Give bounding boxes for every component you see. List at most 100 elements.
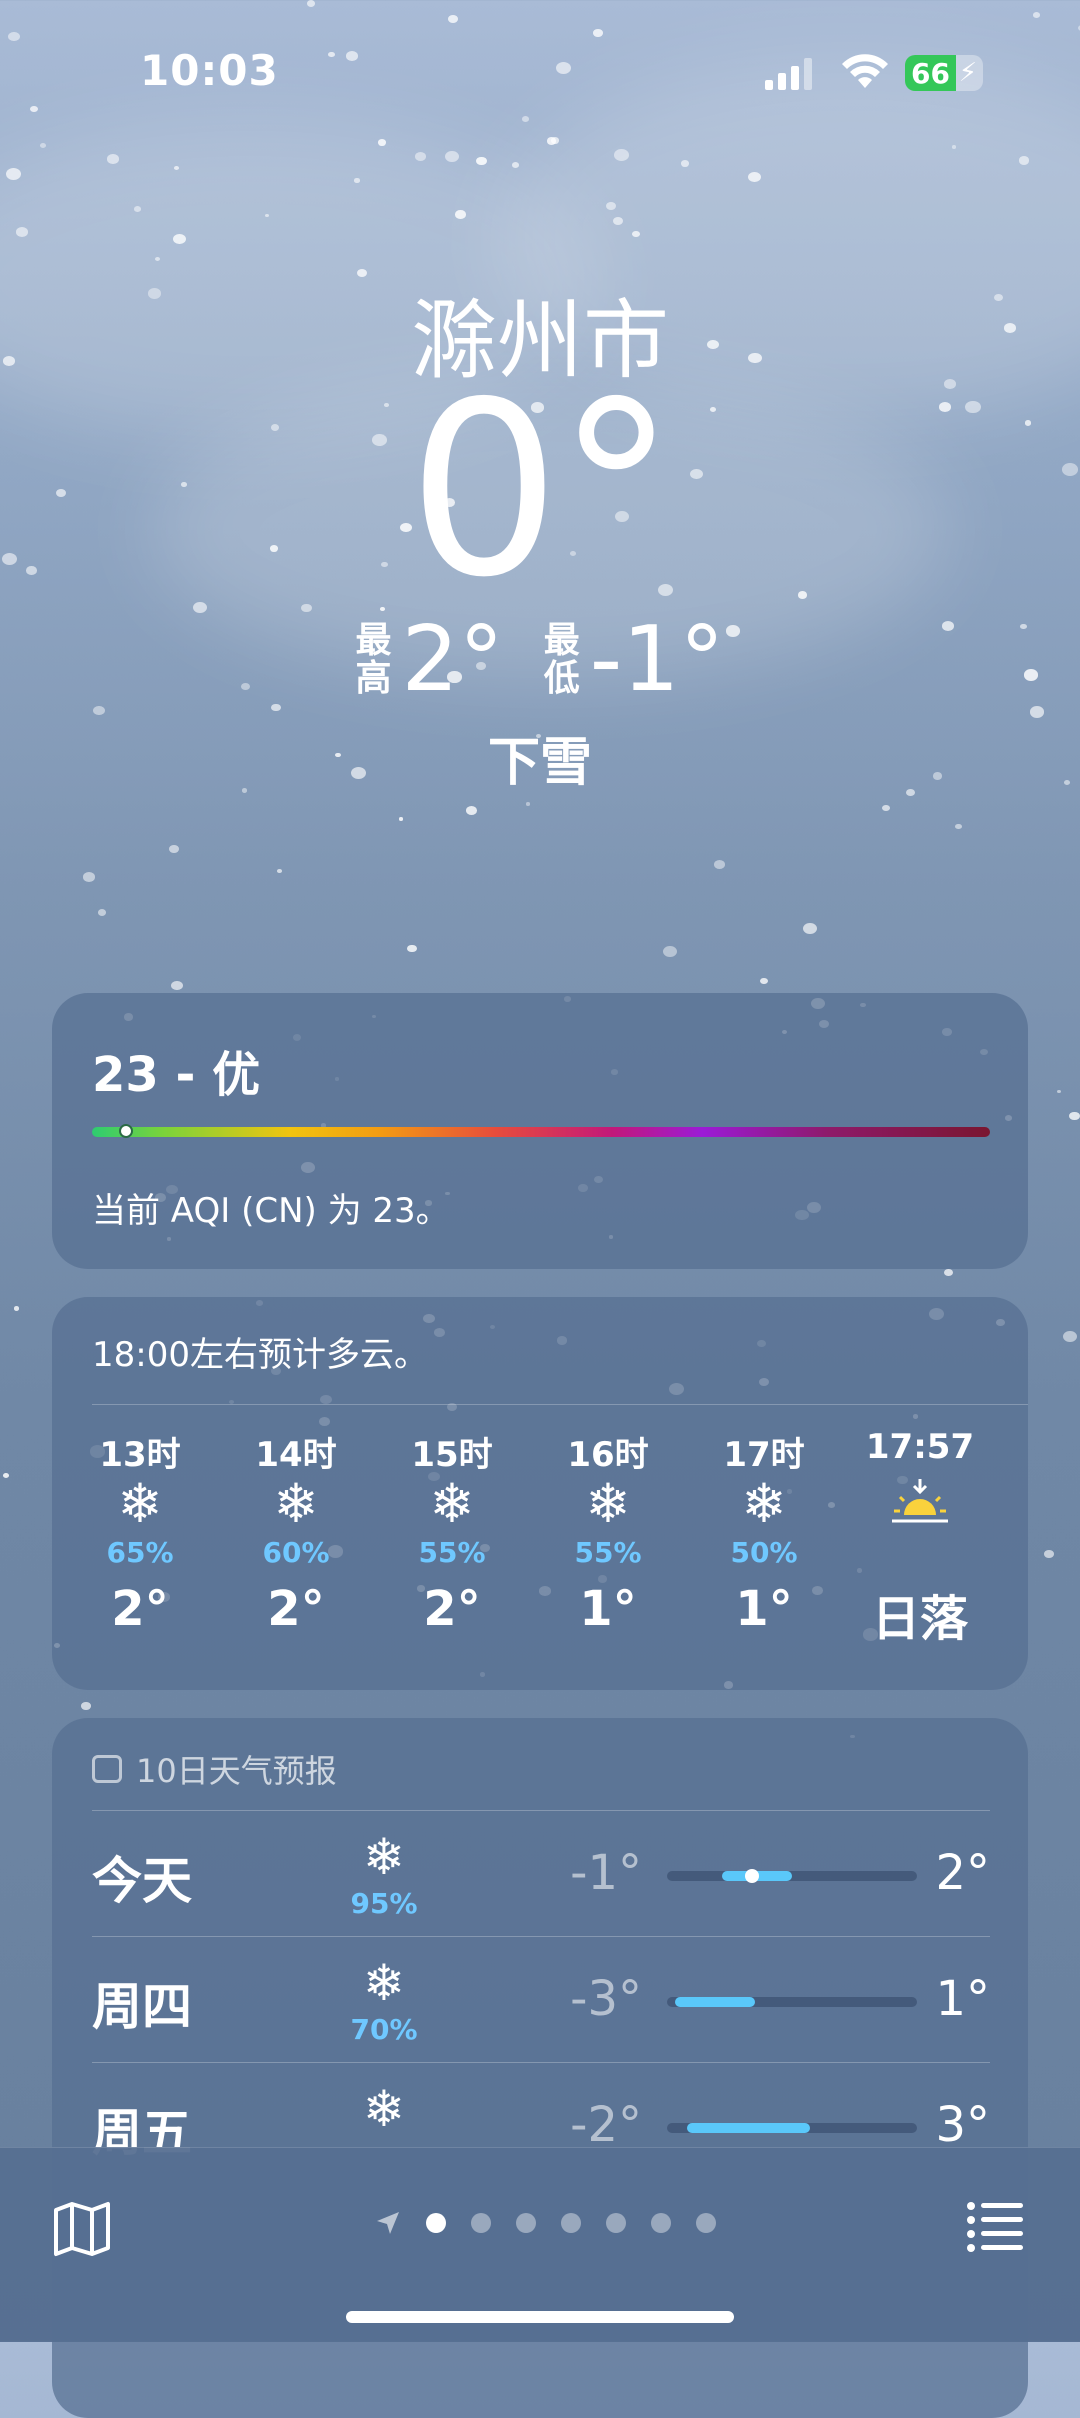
hour-temperature: 2° bbox=[111, 1581, 169, 1637]
battery-percent: 66 bbox=[911, 57, 950, 90]
high-temp: 1° bbox=[935, 1971, 990, 2027]
snowflake-icon: ❄ bbox=[363, 1954, 405, 2012]
divider bbox=[92, 1404, 1028, 1405]
low-temp: -3° bbox=[570, 1971, 642, 2027]
low-label: 最低 bbox=[543, 620, 580, 699]
temp-range-track bbox=[667, 1997, 917, 2007]
snowflake-particle bbox=[81, 1702, 91, 1710]
snowflake-particle bbox=[173, 233, 186, 245]
snowflake-particle bbox=[447, 14, 458, 23]
precip-chance: 55% bbox=[574, 1536, 642, 1569]
low-temp: -1° bbox=[589, 607, 725, 712]
hour-time: 13时 bbox=[99, 1435, 181, 1475]
snowflake-particle bbox=[593, 29, 603, 37]
high-temp: 3° bbox=[935, 2097, 990, 2153]
aqi-description: 当前 AQI (CN) 为 23。 bbox=[92, 1191, 450, 1231]
hour-temperature: 2° bbox=[267, 1581, 325, 1637]
snowflake-particle bbox=[954, 823, 962, 830]
snowflake-particle bbox=[40, 143, 47, 148]
snowflake-particle bbox=[29, 106, 38, 113]
hour-temperature: 1° bbox=[579, 1581, 637, 1637]
snowflake-icon: ❄ bbox=[363, 1828, 405, 1886]
hour-temperature: 日落 bbox=[871, 1591, 968, 1647]
snowflake-icon: ❄ bbox=[429, 1472, 475, 1535]
page-dot bbox=[516, 2213, 536, 2233]
page-dot bbox=[696, 2213, 716, 2233]
wifi-icon bbox=[842, 54, 888, 88]
precip-chance: 70% bbox=[350, 2013, 418, 2046]
location-arrow-icon bbox=[377, 2212, 399, 2234]
snowflake-particle bbox=[1018, 156, 1029, 165]
cellular-signal-icon bbox=[765, 58, 812, 90]
snowflake-particle bbox=[354, 178, 360, 183]
snowflake-particle bbox=[407, 944, 417, 953]
calendar-icon bbox=[92, 1755, 122, 1783]
hour-time: 15时 bbox=[411, 1435, 493, 1475]
snowflake-particle bbox=[1069, 1111, 1080, 1120]
aqi-title: 23 - 优 bbox=[92, 1047, 261, 1103]
snowflake-particle bbox=[802, 922, 817, 934]
snowflake-particle bbox=[555, 61, 572, 74]
day-label: 周四 bbox=[92, 1978, 192, 2036]
temp-range-track bbox=[667, 1869, 917, 1883]
snowflake-particle bbox=[680, 160, 690, 167]
hourly-forecast-card[interactable]: 18:00左右预计多云。 13时 ❄ 65% 2° 14时 ❄ 60% 2° 15时 ❄ 55% 2°… bbox=[52, 1297, 1028, 1690]
day-label: 今天 bbox=[92, 1852, 192, 1910]
high-label: 最高 bbox=[355, 620, 392, 699]
hourly-item: 17:57 日落 bbox=[842, 1427, 998, 1649]
snowflake-particle bbox=[526, 802, 531, 806]
hour-temperature: 2° bbox=[423, 1581, 481, 1637]
snowflake-particle bbox=[169, 845, 179, 853]
sunset-icon bbox=[890, 1475, 950, 1531]
current-temp-dot bbox=[745, 1869, 759, 1883]
page-dot bbox=[651, 2213, 671, 2233]
battery-indicator: 66 ⚡ bbox=[905, 55, 983, 91]
hourly-item: 16时 ❄ 55% 1° bbox=[530, 1427, 686, 1637]
home-indicator[interactable] bbox=[346, 2311, 734, 2323]
snowflake-particle bbox=[882, 805, 891, 812]
snowflake-particle bbox=[3, 1472, 10, 1478]
temp-range-fill bbox=[687, 2123, 810, 2133]
snowflake-particle bbox=[455, 210, 466, 219]
hour-time: 17时 bbox=[723, 1435, 805, 1475]
ten-day-header: 10日天气预报 bbox=[92, 1746, 337, 1792]
snowflake-particle bbox=[551, 137, 560, 144]
snowflake-particle bbox=[93, 705, 105, 716]
snowflake-particle bbox=[1044, 1550, 1054, 1558]
snowflake-particle bbox=[107, 154, 119, 164]
hour-time: 17:57 bbox=[865, 1427, 975, 1467]
snowflake-particle bbox=[170, 980, 183, 991]
hourly-item: 14时 ❄ 60% 2° bbox=[218, 1427, 374, 1637]
snowflake-particle bbox=[277, 869, 282, 873]
snowflake-particle bbox=[133, 205, 142, 212]
daily-row[interactable]: 今天 ❄ 95% -1° 2° bbox=[92, 1810, 990, 1937]
snowflake-particle bbox=[97, 909, 107, 917]
precip-chance: 95% bbox=[350, 1887, 418, 1920]
hourly-item: 15时 ❄ 55% 2° bbox=[374, 1427, 530, 1637]
snowflake-particle bbox=[663, 945, 678, 957]
low-temp: -1° bbox=[570, 1845, 642, 1901]
air-quality-card[interactable]: 23 - 优 当前 AQI (CN) 为 23。 bbox=[52, 993, 1028, 1269]
hourly-item: 13时 ❄ 65% 2° bbox=[62, 1427, 218, 1637]
precip-chance: 50% bbox=[730, 1536, 798, 1569]
aqi-indicator-dot bbox=[118, 1124, 133, 1138]
map-icon[interactable] bbox=[52, 2198, 112, 2258]
weather-condition: 下雪 bbox=[487, 733, 592, 793]
precip-chance: 60% bbox=[262, 1536, 330, 1569]
page-indicator[interactable] bbox=[375, 2210, 716, 2236]
high-temp: 2° bbox=[935, 1845, 990, 1901]
snowflake-icon: ❄ bbox=[273, 1472, 319, 1535]
snowflake-particle bbox=[760, 977, 769, 985]
list-icon[interactable] bbox=[965, 2198, 1025, 2254]
daily-row[interactable]: 周四 ❄ 70% -3° 1° bbox=[92, 1936, 990, 2063]
snowflake-particle bbox=[605, 202, 616, 210]
snowflake-icon: ❄ bbox=[363, 2080, 405, 2138]
snowflake-icon: ❄ bbox=[117, 1472, 163, 1535]
snowflake-particle bbox=[13, 1306, 20, 1311]
snowflake-particle bbox=[174, 165, 180, 170]
low-temp-group: 最低 -1° bbox=[544, 615, 725, 705]
high-temp-group: 最高 2° bbox=[355, 615, 503, 705]
precip-chance: 55% bbox=[418, 1536, 486, 1569]
snowflake-particle bbox=[379, 606, 385, 611]
snowflake-particle bbox=[1032, 12, 1041, 18]
